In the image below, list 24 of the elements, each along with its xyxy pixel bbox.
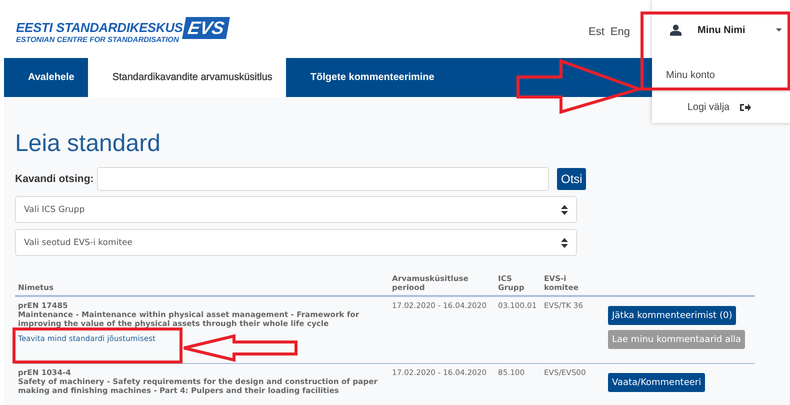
nav-tab[interactable]: Avalehele [4,58,88,97]
user-icon [670,23,682,37]
sort-arrows-icon [561,238,568,248]
action-button[interactable]: Vaata/Kommenteeri [608,373,706,392]
logo-title: EESTI STANDARDIKESKUS [16,20,183,35]
nav-tab[interactable]: Tõlgete kommenteerimine [286,58,448,97]
language-link[interactable]: Est [588,26,604,38]
user-menu-toggle[interactable]: Minu Nimi [652,0,790,60]
nav-tab[interactable]: Standardikavandite arvamusküsitlus [88,58,286,97]
caret-icon [776,28,782,32]
search-label: Kavandi otsing: [15,173,95,185]
search-field[interactable] [97,167,549,191]
language-link[interactable]: Eng [610,26,630,38]
user-name: Minu Nimi [698,24,746,36]
sort-arrows-icon [561,204,568,214]
search-button[interactable]: Otsi [557,168,586,190]
menu-item[interactable]: Minu konto [652,60,790,91]
logout-item[interactable]: Logi välja [652,91,790,123]
logo-mark: EVS [182,16,230,38]
page-title: Leia standard [15,129,160,158]
sign-out-icon [740,103,751,112]
select-field[interactable]: Vali seotud EVS-i komitee [15,229,577,256]
select-field[interactable]: Vali ICS Grupp [15,196,577,223]
action-button[interactable]: Jätka kommenteerimist (0) [608,306,736,325]
